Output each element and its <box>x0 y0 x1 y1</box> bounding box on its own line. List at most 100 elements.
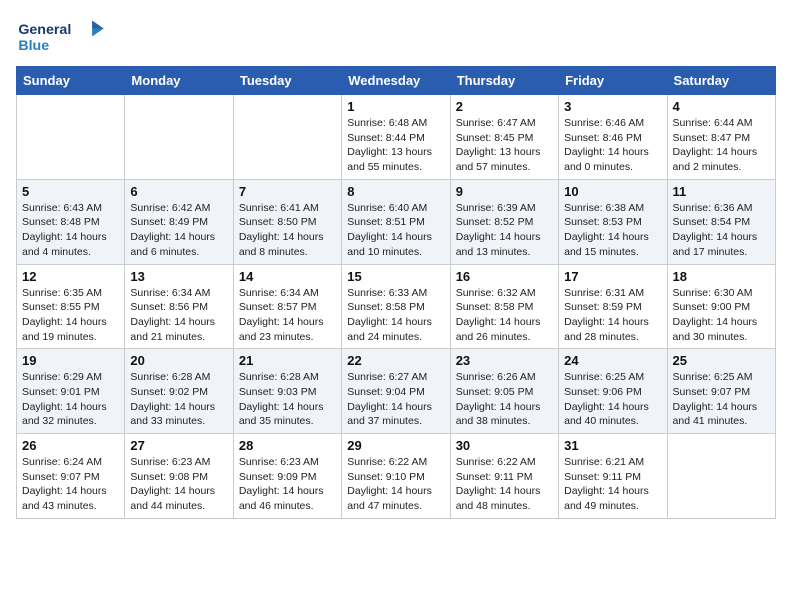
day-number: 15 <box>347 269 444 284</box>
day-number: 28 <box>239 438 336 453</box>
day-number: 8 <box>347 184 444 199</box>
day-number: 25 <box>673 353 770 368</box>
day-info: Sunrise: 6:47 AM Sunset: 8:45 PM Dayligh… <box>456 116 553 175</box>
day-number: 29 <box>347 438 444 453</box>
week-row-4: 19 Sunrise: 6:29 AM Sunset: 9:01 PM Dayli… <box>17 349 776 434</box>
calendar-cell: 7 Sunrise: 6:41 AM Sunset: 8:50 PM Daylig… <box>233 179 341 264</box>
day-info: Sunrise: 6:36 AM Sunset: 8:54 PM Dayligh… <box>673 201 770 260</box>
calendar-table: SundayMondayTuesdayWednesdayThursdayFrid… <box>16 66 776 519</box>
svg-text:General: General <box>18 22 71 38</box>
day-number: 13 <box>130 269 227 284</box>
day-number: 1 <box>347 99 444 114</box>
day-number: 5 <box>22 184 119 199</box>
day-number: 3 <box>564 99 661 114</box>
calendar-cell: 21Sunrise: 6:28 AM Sunset: 9:03 PM Dayli… <box>233 349 341 434</box>
calendar-cell: 30 Sunrise: 6:22 AM Sunset: 9:11 PM Dayli… <box>450 434 558 519</box>
calendar-cell <box>667 434 775 519</box>
day-info: Sunrise: 6:38 AM Sunset: 8:53 PM Dayligh… <box>564 201 661 260</box>
day-info: Sunrise: 6:22 AM Sunset: 9:10 PM Dayligh… <box>347 455 444 514</box>
day-number: 16 <box>456 269 553 284</box>
day-number: 9 <box>456 184 553 199</box>
col-header-wednesday: Wednesday <box>342 67 450 95</box>
calendar-cell: 25 Sunrise: 6:25 AM Sunset: 9:07 PM Dayli… <box>667 349 775 434</box>
day-number: 26 <box>22 438 119 453</box>
week-row-3: 12 Sunrise: 6:35 AM Sunset: 8:55 PM Dayli… <box>17 264 776 349</box>
day-info: Sunrise: 6:24 AM Sunset: 9:07 PM Dayligh… <box>22 455 119 514</box>
day-info: Sunrise: 6:40 AM Sunset: 8:51 PM Dayligh… <box>347 201 444 260</box>
calendar-cell: 5 Sunrise: 6:43 AM Sunset: 8:48 PM Daylig… <box>17 179 125 264</box>
calendar-cell: 15Sunrise: 6:33 AM Sunset: 8:58 PM Dayli… <box>342 264 450 349</box>
day-number: 12 <box>22 269 119 284</box>
day-number: 2 <box>456 99 553 114</box>
col-header-thursday: Thursday <box>450 67 558 95</box>
day-info: Sunrise: 6:27 AM Sunset: 9:04 PM Dayligh… <box>347 370 444 429</box>
day-number: 11 <box>673 184 770 199</box>
day-info: Sunrise: 6:22 AM Sunset: 9:11 PM Dayligh… <box>456 455 553 514</box>
calendar-cell: 24 Sunrise: 6:25 AM Sunset: 9:06 PM Dayli… <box>559 349 667 434</box>
calendar-cell: 12 Sunrise: 6:35 AM Sunset: 8:55 PM Dayli… <box>17 264 125 349</box>
calendar-cell: 31Sunrise: 6:21 AM Sunset: 9:11 PM Dayli… <box>559 434 667 519</box>
col-header-monday: Monday <box>125 67 233 95</box>
calendar-cell: 13Sunrise: 6:34 AM Sunset: 8:56 PM Dayli… <box>125 264 233 349</box>
day-info: Sunrise: 6:23 AM Sunset: 9:09 PM Dayligh… <box>239 455 336 514</box>
calendar-cell: 16 Sunrise: 6:32 AM Sunset: 8:58 PM Dayli… <box>450 264 558 349</box>
col-header-sunday: Sunday <box>17 67 125 95</box>
calendar-cell: 2 Sunrise: 6:47 AM Sunset: 8:45 PM Daylig… <box>450 95 558 180</box>
day-info: Sunrise: 6:30 AM Sunset: 9:00 PM Dayligh… <box>673 286 770 345</box>
calendar-cell: 19 Sunrise: 6:29 AM Sunset: 9:01 PM Dayli… <box>17 349 125 434</box>
week-row-2: 5 Sunrise: 6:43 AM Sunset: 8:48 PM Daylig… <box>17 179 776 264</box>
calendar-cell <box>125 95 233 180</box>
col-header-friday: Friday <box>559 67 667 95</box>
day-info: Sunrise: 6:42 AM Sunset: 8:49 PM Dayligh… <box>130 201 227 260</box>
day-info: Sunrise: 6:29 AM Sunset: 9:01 PM Dayligh… <box>22 370 119 429</box>
day-number: 19 <box>22 353 119 368</box>
day-info: Sunrise: 6:48 AM Sunset: 8:44 PM Dayligh… <box>347 116 444 175</box>
day-info: Sunrise: 6:21 AM Sunset: 9:11 PM Dayligh… <box>564 455 661 514</box>
calendar-cell: 3 Sunrise: 6:46 AM Sunset: 8:46 PM Daylig… <box>559 95 667 180</box>
calendar-cell: 22 Sunrise: 6:27 AM Sunset: 9:04 PM Dayli… <box>342 349 450 434</box>
day-info: Sunrise: 6:41 AM Sunset: 8:50 PM Dayligh… <box>239 201 336 260</box>
calendar-cell: 17 Sunrise: 6:31 AM Sunset: 8:59 PM Dayli… <box>559 264 667 349</box>
day-number: 4 <box>673 99 770 114</box>
day-info: Sunrise: 6:39 AM Sunset: 8:52 PM Dayligh… <box>456 201 553 260</box>
day-info: Sunrise: 6:34 AM Sunset: 8:57 PM Dayligh… <box>239 286 336 345</box>
day-info: Sunrise: 6:26 AM Sunset: 9:05 PM Dayligh… <box>456 370 553 429</box>
col-header-tuesday: Tuesday <box>233 67 341 95</box>
day-number: 6 <box>130 184 227 199</box>
day-number: 24 <box>564 353 661 368</box>
calendar-cell: 18 Sunrise: 6:30 AM Sunset: 9:00 PM Dayli… <box>667 264 775 349</box>
day-number: 30 <box>456 438 553 453</box>
day-info: Sunrise: 6:31 AM Sunset: 8:59 PM Dayligh… <box>564 286 661 345</box>
calendar-cell: 11 Sunrise: 6:36 AM Sunset: 8:54 PM Dayli… <box>667 179 775 264</box>
calendar-cell: 6 Sunrise: 6:42 AM Sunset: 8:49 PM Daylig… <box>125 179 233 264</box>
day-info: Sunrise: 6:35 AM Sunset: 8:55 PM Dayligh… <box>22 286 119 345</box>
day-number: 10 <box>564 184 661 199</box>
logo: General Blue <box>16 16 106 56</box>
calendar-cell: 20Sunrise: 6:28 AM Sunset: 9:02 PM Dayli… <box>125 349 233 434</box>
day-info: Sunrise: 6:28 AM Sunset: 9:02 PM Dayligh… <box>130 370 227 429</box>
calendar-cell: 9 Sunrise: 6:39 AM Sunset: 8:52 PM Daylig… <box>450 179 558 264</box>
week-row-5: 26 Sunrise: 6:24 AM Sunset: 9:07 PM Dayli… <box>17 434 776 519</box>
day-number: 17 <box>564 269 661 284</box>
calendar-cell: 28 Sunrise: 6:23 AM Sunset: 9:09 PM Dayli… <box>233 434 341 519</box>
day-number: 14 <box>239 269 336 284</box>
day-info: Sunrise: 6:25 AM Sunset: 9:06 PM Dayligh… <box>564 370 661 429</box>
week-row-1: 1 Sunrise: 6:48 AM Sunset: 8:44 PM Daylig… <box>17 95 776 180</box>
page-header: General Blue <box>16 16 776 56</box>
day-number: 18 <box>673 269 770 284</box>
day-number: 22 <box>347 353 444 368</box>
day-info: Sunrise: 6:43 AM Sunset: 8:48 PM Dayligh… <box>22 201 119 260</box>
calendar-cell: 10 Sunrise: 6:38 AM Sunset: 8:53 PM Dayli… <box>559 179 667 264</box>
day-number: 23 <box>456 353 553 368</box>
col-header-saturday: Saturday <box>667 67 775 95</box>
day-info: Sunrise: 6:44 AM Sunset: 8:47 PM Dayligh… <box>673 116 770 175</box>
day-number: 7 <box>239 184 336 199</box>
day-info: Sunrise: 6:25 AM Sunset: 9:07 PM Dayligh… <box>673 370 770 429</box>
calendar-cell <box>17 95 125 180</box>
day-info: Sunrise: 6:46 AM Sunset: 8:46 PM Dayligh… <box>564 116 661 175</box>
calendar-cell: 14 Sunrise: 6:34 AM Sunset: 8:57 PM Dayli… <box>233 264 341 349</box>
day-number: 21 <box>239 353 336 368</box>
day-info: Sunrise: 6:32 AM Sunset: 8:58 PM Dayligh… <box>456 286 553 345</box>
calendar-cell: 26 Sunrise: 6:24 AM Sunset: 9:07 PM Dayli… <box>17 434 125 519</box>
calendar-cell: 8 Sunrise: 6:40 AM Sunset: 8:51 PM Daylig… <box>342 179 450 264</box>
